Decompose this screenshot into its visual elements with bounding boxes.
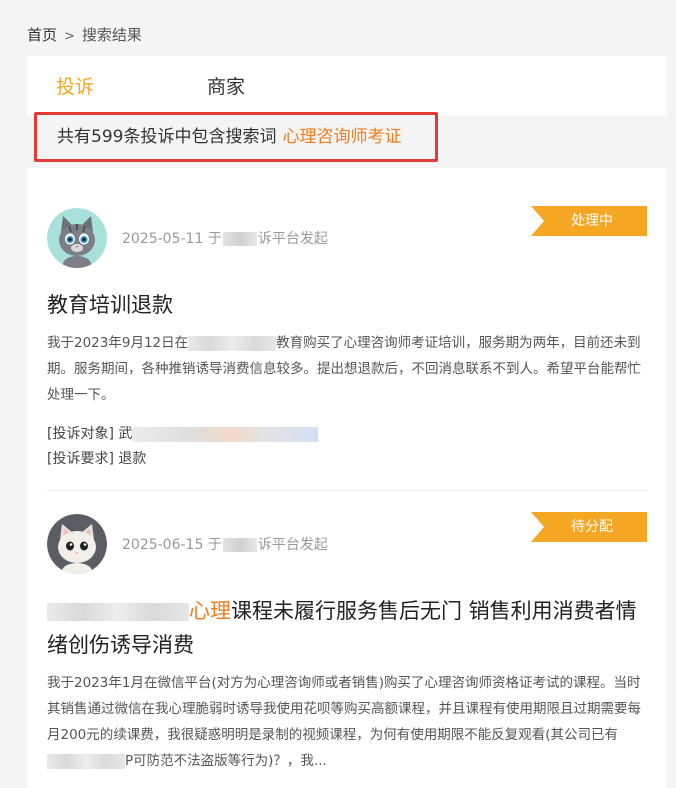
- request-value: 退款: [118, 451, 147, 467]
- complaint-title[interactable]: 教育培训退款: [47, 288, 647, 322]
- cat-avatar-gray-icon: [47, 208, 107, 268]
- complaint-list: 2025-05-11 于诉平台发起 处理中 教育培训退款 我于2023年9月12…: [27, 168, 667, 788]
- complaint-card[interactable]: 2025-06-15 于诉平台发起 待分配 心理课程未履行服务售后无门 销售利用…: [47, 512, 647, 784]
- tab-complaints[interactable]: 投诉: [56, 75, 94, 99]
- breadcrumb-current: 搜索结果: [81, 26, 142, 44]
- breadcrumb-separator: >: [64, 29, 75, 44]
- redacted-text: [47, 753, 125, 769]
- redacted-text: [222, 538, 257, 552]
- complaint-meta: 2025-05-11 于诉平台发起: [122, 231, 328, 247]
- complaint-meta: 2025-06-15 于诉平台发起: [122, 537, 328, 553]
- card-divider: [47, 490, 647, 491]
- complaint-title[interactable]: 心理课程未履行服务售后无门 销售利用消费者情绪创伤诱导消费: [47, 594, 647, 662]
- title-keyword: 心理: [189, 599, 231, 623]
- request-label: [投诉要求]: [47, 451, 114, 467]
- tabs-bar: 投诉 商家: [27, 56, 667, 116]
- complaint-request: [投诉要求] 退款: [47, 449, 146, 469]
- target-value[interactable]: 武: [118, 426, 132, 442]
- summary-text: 共有599条投诉中包含搜索词: [57, 127, 277, 147]
- search-summary: 共有599条投诉中包含搜索词 心理咨询师考证: [34, 112, 438, 162]
- redacted-text: [188, 335, 277, 351]
- complaint-date: 2025-06-15: [122, 537, 204, 553]
- redacted-text: [222, 232, 257, 246]
- complaint-description: 我于2023年1月在微信平台(对方为心理咨询师或者销售)购买了心理咨询师资格证考…: [47, 675, 641, 769]
- redacted-text: [47, 603, 189, 621]
- status-badge: 待分配: [531, 512, 647, 542]
- complaint-card[interactable]: 2025-05-11 于诉平台发起 处理中 教育培训退款 我于2023年9月12…: [47, 206, 647, 478]
- complaint-description: 我于2023年9月12日在 教育购买了心理咨询师考证培训，服务期为两年，目前还未到…: [47, 335, 641, 403]
- breadcrumb-home-link[interactable]: 首页: [27, 26, 57, 44]
- breadcrumb: 首页 > 搜索结果: [27, 24, 142, 46]
- status-badge: 处理中: [531, 206, 647, 236]
- target-label: [投诉对象]: [47, 426, 114, 442]
- tab-merchants[interactable]: 商家: [207, 75, 245, 99]
- complaint-target: [投诉对象] 武: [47, 424, 319, 444]
- cat-avatar-white-icon: [47, 514, 107, 574]
- complaint-date: 2025-05-11: [122, 231, 204, 247]
- redacted-text: [132, 426, 319, 442]
- search-keyword[interactable]: 心理咨询师考证: [282, 127, 401, 147]
